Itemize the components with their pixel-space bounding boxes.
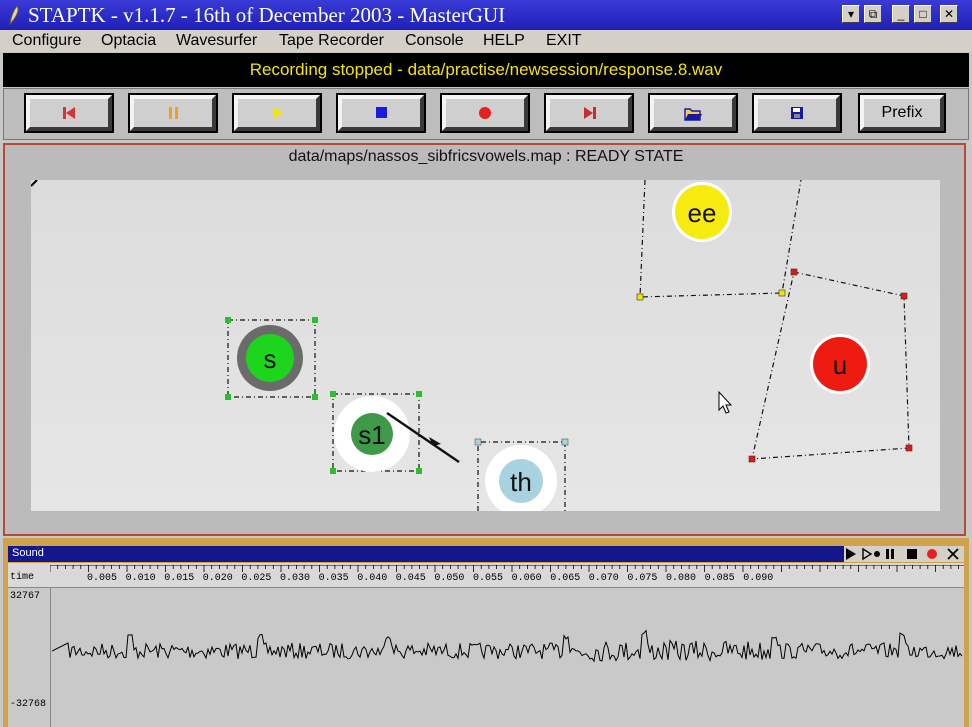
- node-ee[interactable]: ee: [672, 182, 732, 242]
- record-button[interactable]: [442, 95, 528, 131]
- menu-configure[interactable]: Configure: [12, 32, 81, 50]
- skip-back-icon: [63, 107, 75, 119]
- pause-button[interactable]: [130, 95, 216, 131]
- menu-wavesurfer[interactable]: Wavesurfer: [176, 32, 257, 50]
- u-region-handle[interactable]: [905, 444, 913, 452]
- menu-help[interactable]: HELP: [483, 32, 525, 50]
- u-region-handle[interactable]: [790, 268, 798, 276]
- close-button[interactable]: ✕: [940, 5, 958, 23]
- th-region-handle[interactable]: [561, 438, 569, 446]
- play-button[interactable]: [234, 95, 320, 131]
- time-tick-label: 0.035: [318, 573, 349, 584]
- node-s-label: s: [264, 344, 277, 374]
- time-tick-label: 0.070: [588, 573, 619, 584]
- status-message: Recording stopped - data/practise/newses…: [249, 60, 723, 79]
- time-tick-label: 0.045: [395, 573, 426, 584]
- stop-icon: [376, 107, 387, 118]
- map-drawing[interactable]: ee u s s1 th: [31, 180, 940, 511]
- node-th[interactable]: th: [485, 445, 557, 511]
- time-tick-label: 0.060: [511, 573, 542, 584]
- sound-controls: [844, 546, 964, 562]
- status-bar: Recording stopped - data/practise/newses…: [3, 53, 969, 87]
- th-region-handle[interactable]: [474, 438, 482, 446]
- sound-close-icon[interactable]: [947, 548, 959, 560]
- time-tick-label: 0.065: [550, 573, 581, 584]
- node-u-label: u: [833, 350, 847, 380]
- sound-title: Sound: [12, 547, 44, 559]
- node-ee-label: ee: [688, 198, 717, 228]
- time-tick-label: 0.010: [125, 573, 156, 584]
- s1-region-handle[interactable]: [416, 391, 422, 397]
- s-region-handle[interactable]: [312, 317, 318, 323]
- time-tick-label: 0.005: [87, 573, 118, 584]
- s1-region-handle[interactable]: [330, 391, 336, 397]
- sound-pause-icon[interactable]: [886, 549, 894, 559]
- sound-stop-icon[interactable]: [907, 549, 917, 559]
- mouse-cursor-icon: [718, 390, 733, 414]
- sound-play-icon[interactable]: [846, 548, 856, 560]
- pause-icon: [169, 107, 178, 119]
- sound-record-icon[interactable]: [927, 549, 937, 559]
- s1-region-handle[interactable]: [330, 468, 336, 474]
- time-tick-label: 0.030: [280, 573, 311, 584]
- ee-region-handle[interactable]: [778, 289, 786, 297]
- node-s1-label: s1: [358, 420, 385, 450]
- stop-button[interactable]: [338, 95, 424, 131]
- open-button[interactable]: [650, 95, 736, 131]
- rewind-button[interactable]: [26, 95, 112, 131]
- s-region-handle[interactable]: [225, 317, 231, 323]
- s-region-handle[interactable]: [312, 394, 318, 400]
- save-button[interactable]: [754, 95, 840, 131]
- ee-region-handle[interactable]: [636, 293, 644, 301]
- record-icon: [479, 107, 491, 119]
- restore-icon[interactable]: ⧉: [864, 5, 882, 23]
- node-u[interactable]: u: [810, 334, 870, 394]
- s-region-handle[interactable]: [225, 394, 231, 400]
- feather-icon: [9, 5, 19, 25]
- map-title: data/maps/nassos_sibfricsvowels.map : RE…: [288, 148, 684, 165]
- time-tick-label: 0.085: [704, 573, 735, 584]
- skip-forward-icon: [584, 107, 596, 119]
- menu-console[interactable]: Console: [405, 32, 464, 50]
- folder-open-icon: [684, 108, 702, 121]
- prefix-button[interactable]: Prefix: [860, 95, 944, 131]
- time-tick-label: 0.050: [434, 573, 465, 584]
- skip-forward-button[interactable]: [546, 95, 632, 131]
- time-tick-label: 0.025: [241, 573, 272, 584]
- time-tick-label: 0.075: [627, 573, 658, 584]
- waveform-svg: [52, 629, 963, 663]
- minimize-button[interactable]: _: [892, 5, 910, 23]
- s1-region-handle[interactable]: [416, 468, 422, 474]
- menu-optacia[interactable]: Optacia: [101, 32, 156, 50]
- time-tick-label: 0.080: [666, 573, 697, 584]
- window-title: STAPTK - v1.1.7 - 16th of December 2003 …: [28, 3, 506, 27]
- play-icon: [273, 107, 283, 119]
- corner-marker: [31, 180, 38, 187]
- menu-dropdown-icon[interactable]: ▾: [842, 5, 860, 23]
- menu-tape-recorder[interactable]: Tape Recorder: [279, 32, 384, 50]
- time-tick-label: 0.055: [473, 573, 504, 584]
- maximize-button[interactable]: □: [914, 5, 932, 23]
- floppy-disk-icon: [791, 107, 803, 119]
- node-s1[interactable]: s1: [334, 396, 410, 472]
- node-s[interactable]: s: [237, 325, 303, 391]
- amplitude-min-label: -32768: [10, 699, 47, 710]
- time-tick-label: 0.040: [357, 573, 388, 584]
- amplitude-max-label: 32767: [10, 591, 41, 602]
- sound-play-selection-icon[interactable]: [862, 547, 880, 561]
- time-axis-label: time: [10, 572, 35, 583]
- sound-title-bar[interactable]: [8, 546, 844, 562]
- u-region-handle[interactable]: [748, 455, 756, 463]
- time-tick-label: 0.015: [164, 573, 195, 584]
- node-th-label: th: [510, 467, 532, 497]
- prefix-label: Prefix: [881, 104, 923, 121]
- time-tick-label: 0.020: [202, 573, 233, 584]
- u-region-handle[interactable]: [900, 292, 908, 300]
- time-tick-label: 0.090: [743, 573, 774, 584]
- menu-exit[interactable]: EXIT: [546, 32, 582, 50]
